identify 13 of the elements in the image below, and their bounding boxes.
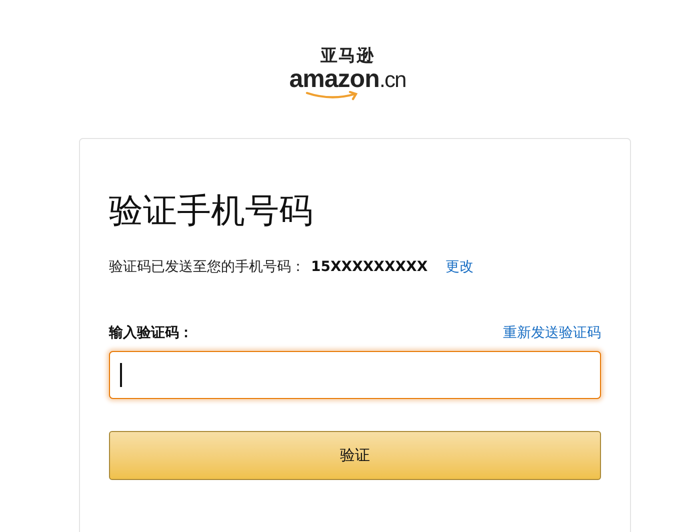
code-label: 输入验证码：: [109, 324, 193, 343]
logo-wordmark: amazon: [289, 66, 380, 92]
smile-arrow-icon: [304, 91, 360, 101]
resend-code-link[interactable]: 重新发送验证码: [503, 323, 601, 343]
text-cursor: [120, 363, 122, 387]
sent-message: 验证码已发送至您的手机号码：: [109, 258, 305, 277]
change-link[interactable]: 更改: [446, 257, 474, 277]
logo-chinese-text: 亚马逊: [320, 46, 374, 66]
logo-suffix: .cn: [379, 67, 406, 93]
phone-number: 15XXXXXXXXX: [311, 258, 428, 277]
code-input-field[interactable]: [109, 351, 601, 399]
verify-button[interactable]: 验证: [109, 431, 601, 480]
page-title: 验证手机号码: [109, 191, 314, 231]
